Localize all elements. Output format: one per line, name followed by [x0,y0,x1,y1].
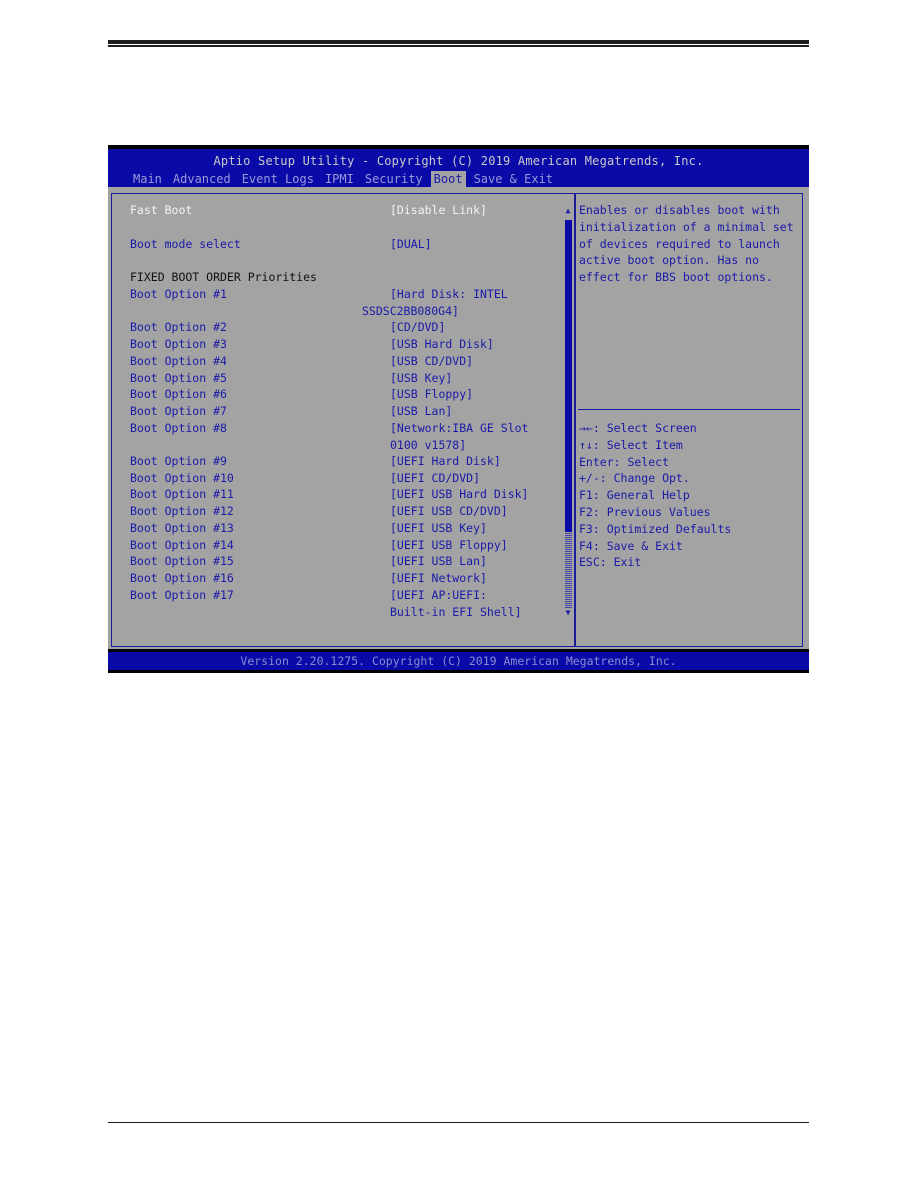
boot-option-13-label[interactable]: Boot Option #13 [130,520,234,537]
help-description: Enables or disables boot with initializa… [579,203,794,285]
boot-option-8-value-cont: 0100 v1578] [390,438,467,452]
boot-option-7-label[interactable]: Boot Option #7 [130,403,227,420]
key-change-opt: +/-: Change Opt. [579,471,690,486]
boot-option-11-label[interactable]: Boot Option #11 [130,486,234,503]
page-header-rule-thick [108,40,809,44]
tab-advanced[interactable]: Advanced [170,171,234,187]
scroll-down-arrow-icon[interactable]: ▼ [564,608,572,618]
fast-boot-value[interactable]: [Disable Link] [390,202,487,219]
boot-option-9-label[interactable]: Boot Option #9 [130,453,227,470]
boot-option-10-label[interactable]: Boot Option #10 [130,470,234,487]
tab-security[interactable]: Security [362,171,426,187]
tab-main[interactable]: Main [130,171,165,187]
page-header-rule-thin [108,45,809,47]
boot-option-12-value[interactable]: [UEFI USB CD/DVD] [390,503,508,520]
boot-option-4-value[interactable]: [USB CD/DVD] [390,353,473,370]
boot-option-5-label[interactable]: Boot Option #5 [130,370,227,387]
boot-option-5-value[interactable]: [USB Key] [390,370,452,387]
fixed-boot-order-heading: FIXED BOOT ORDER Priorities [130,270,317,284]
key-general-help: F1: General Help [579,488,690,503]
boot-option-17-value-cont: Built-in EFI Shell] [390,605,522,619]
boot-option-1-value[interactable]: [Hard Disk: INTEL [390,286,508,303]
boot-option-11-value[interactable]: [UEFI USB Hard Disk] [390,486,528,503]
boot-option-16-value[interactable]: [UEFI Network] [390,570,487,587]
boot-option-6-label[interactable]: Boot Option #6 [130,386,227,403]
help-divider [578,409,800,410]
boot-option-2-label[interactable]: Boot Option #2 [130,319,227,336]
boot-option-8-value[interactable]: [Network:IBA GE Slot [390,420,528,437]
tab-save-exit[interactable]: Save & Exit [471,171,556,187]
bios-title: Aptio Setup Utility - Copyright (C) 2019… [213,154,704,168]
boot-option-3-value[interactable]: [USB Hard Disk] [390,336,494,353]
key-select-screen: →←: Select Screen [579,421,697,435]
boot-mode-select-label[interactable]: Boot mode select [130,236,241,253]
boot-option-4-label[interactable]: Boot Option #4 [130,353,227,370]
tab-boot[interactable]: Boot [430,171,466,187]
boot-option-2-value[interactable]: [CD/DVD] [390,319,445,336]
help-panel: Enables or disables boot with initializa… [576,193,803,647]
boot-option-15-value[interactable]: [UEFI USB Lan] [390,553,487,570]
scrollbar-thumb[interactable] [565,220,572,532]
bios-header: Aptio Setup Utility - Copyright (C) 2019… [108,149,809,187]
boot-option-17-value[interactable]: [UEFI AP:UEFI: [390,587,487,604]
page-footer-rule [108,1122,809,1123]
key-legend: →←: Select Screen ↑↓: Select Item Enter:… [579,420,731,571]
boot-option-1-value-cont: SSDSC2BB080G4] [362,304,459,318]
boot-option-9-value[interactable]: [UEFI Hard Disk] [390,453,501,470]
boot-option-14-value[interactable]: [UEFI USB Floppy] [390,537,508,554]
key-previous-values: F2: Previous Values [579,504,711,519]
key-optimized-defaults: F3: Optimized Defaults [579,521,732,536]
tab-bar: Main Advanced Event Logs IPMI Security B… [130,171,561,187]
bios-setup-screen: Aptio Setup Utility - Copyright (C) 2019… [108,145,809,673]
boot-option-1-label[interactable]: Boot Option #1 [130,286,227,303]
scrollbar-track[interactable] [565,532,572,608]
key-save-exit: F4: Save & Exit [579,538,683,553]
tab-event-logs[interactable]: Event Logs [239,171,317,187]
bios-body: Fast Boot [Disable Link] Boot mode selec… [108,187,809,649]
boot-option-12-label[interactable]: Boot Option #12 [130,503,234,520]
boot-option-8-label[interactable]: Boot Option #8 [130,420,227,437]
boot-option-14-label[interactable]: Boot Option #14 [130,537,234,554]
boot-option-3-label[interactable]: Boot Option #3 [130,336,227,353]
settings-panel: Fast Boot [Disable Link] Boot mode selec… [111,193,574,647]
boot-option-16-label[interactable]: Boot Option #16 [130,570,234,587]
boot-option-15-label[interactable]: Boot Option #15 [130,553,234,570]
scroll-up-arrow-icon[interactable]: ▲ [564,206,572,216]
boot-option-17-label[interactable]: Boot Option #17 [130,587,234,604]
tab-ipmi[interactable]: IPMI [322,171,357,187]
fast-boot-label[interactable]: Fast Boot [130,202,192,219]
boot-option-6-value[interactable]: [USB Floppy] [390,386,473,403]
boot-option-10-value[interactable]: [UEFI CD/DVD] [390,470,480,487]
boot-option-7-value[interactable]: [USB Lan] [390,403,452,420]
key-select-item: ↑↓: Select Item [579,437,683,452]
bios-footer: Version 2.20.1275. Copyright (C) 2019 Am… [108,652,809,670]
boot-mode-select-value[interactable]: [DUAL] [390,236,432,253]
settings-scrollbar[interactable]: ▲ ▼ [564,206,572,617]
boot-option-13-value[interactable]: [UEFI USB Key] [390,520,487,537]
key-esc-exit: ESC: Exit [579,555,642,570]
key-enter-select: Enter: Select [579,454,670,469]
